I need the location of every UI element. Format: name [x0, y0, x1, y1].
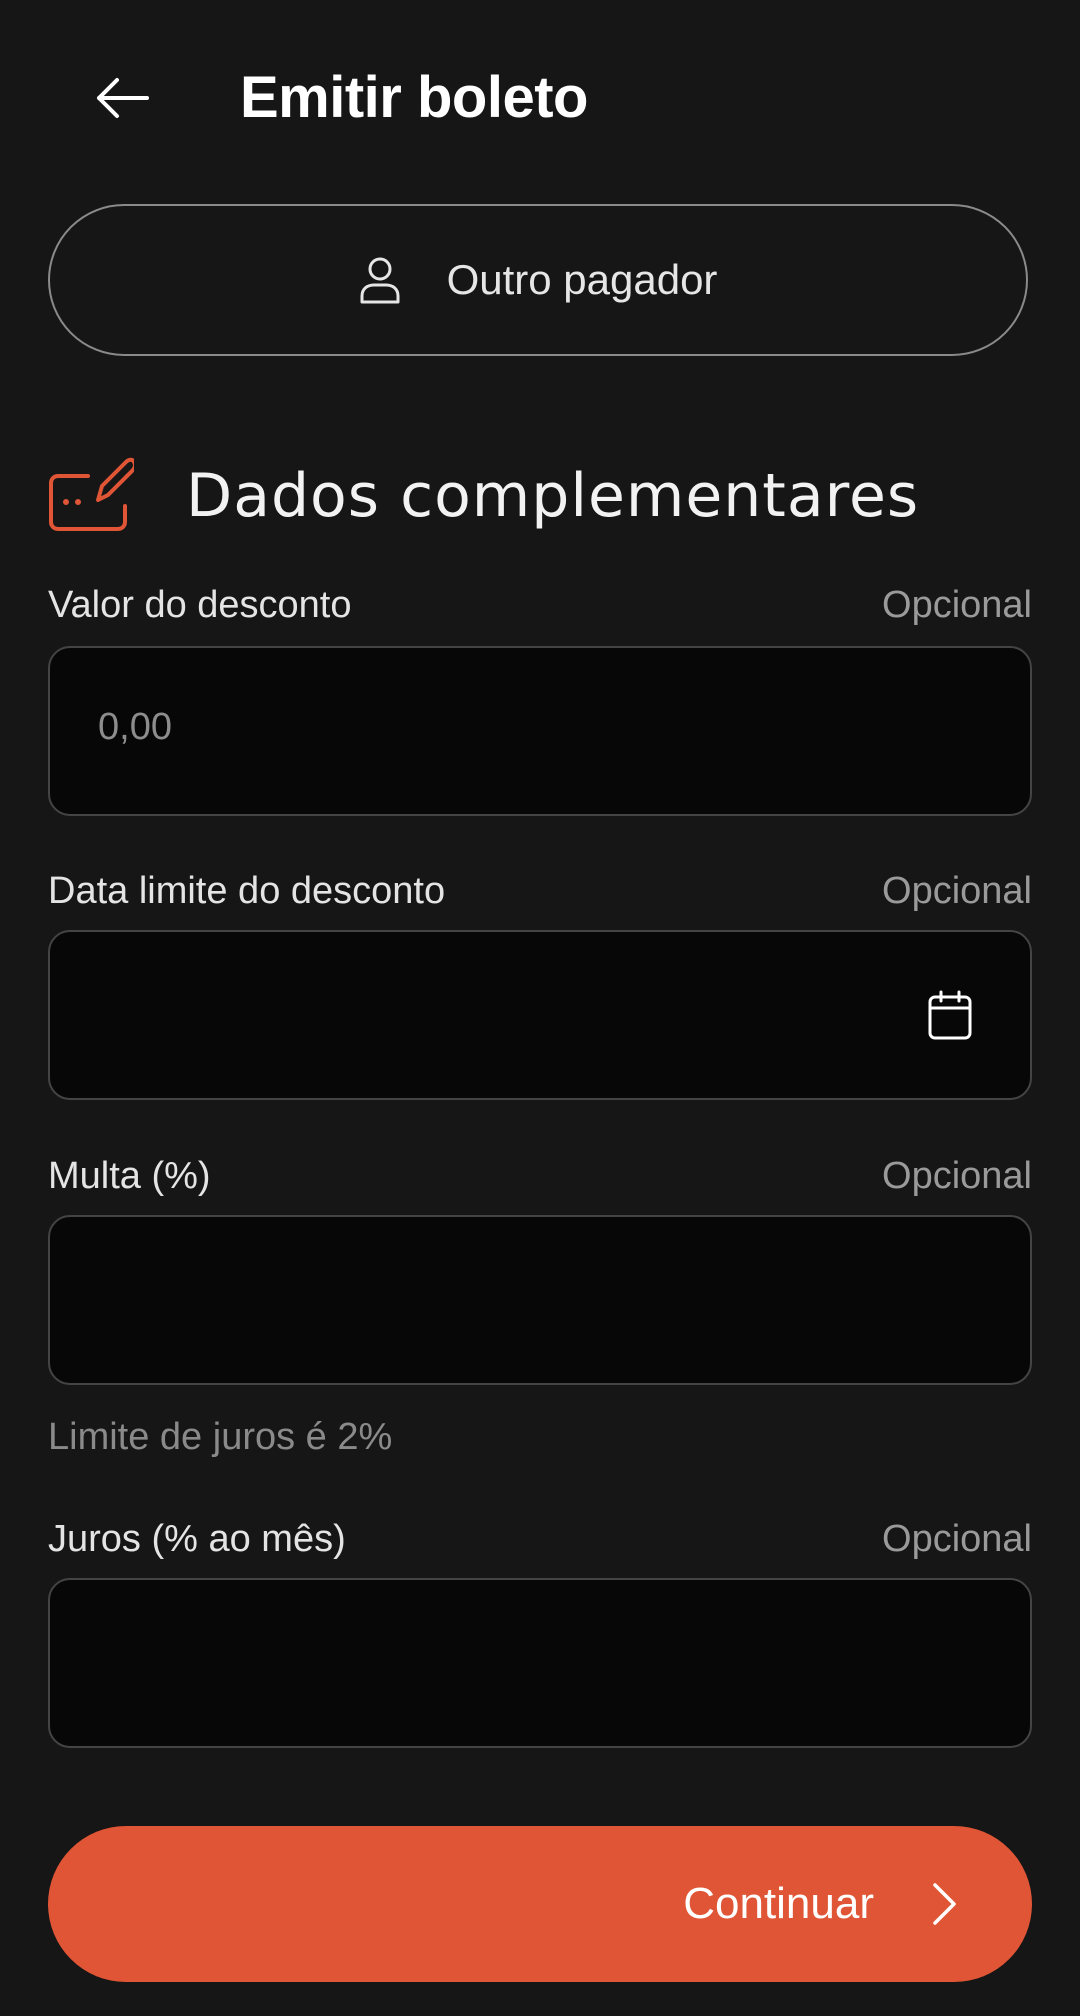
fine-input[interactable] [48, 1215, 1032, 1385]
discount-value-optional: Opcional [882, 584, 1032, 626]
arrow-left-icon [97, 78, 149, 118]
continue-button[interactable]: Continuar [48, 1826, 1032, 1982]
fine-label: Multa (%) [48, 1155, 211, 1197]
edit-card-icon [49, 457, 134, 531]
discount-value-input[interactable]: 0,00 [48, 646, 1032, 816]
page-title: Emitir boleto [240, 65, 588, 130]
interest-input[interactable] [48, 1578, 1032, 1748]
interest-optional: Opcional [882, 1518, 1032, 1560]
app-header: Emitir boleto [0, 0, 1080, 200]
back-button[interactable] [82, 58, 162, 138]
calendar-icon[interactable] [928, 990, 972, 1040]
user-icon [360, 257, 400, 304]
continue-label: Continuar [683, 1879, 874, 1928]
discount-value-label: Valor do desconto [48, 584, 352, 626]
discount-deadline-label: Data limite do desconto [48, 870, 446, 912]
other-payer-label: Outro pagador [446, 256, 718, 303]
section-header: Dados complementares [48, 456, 1028, 536]
chevron-right-icon [933, 1883, 956, 1925]
discount-deadline-input[interactable] [48, 930, 1032, 1100]
discount-deadline-optional: Opcional [882, 870, 1032, 912]
section-title: Dados complementares [186, 461, 920, 531]
discount-value-placeholder: 0,00 [98, 706, 172, 748]
fine-hint: Limite de juros é 2% [48, 1416, 393, 1458]
other-payer-button[interactable]: Outro pagador [48, 204, 1028, 356]
interest-label: Juros (% ao mês) [48, 1518, 346, 1560]
fine-optional: Opcional [882, 1155, 1032, 1197]
